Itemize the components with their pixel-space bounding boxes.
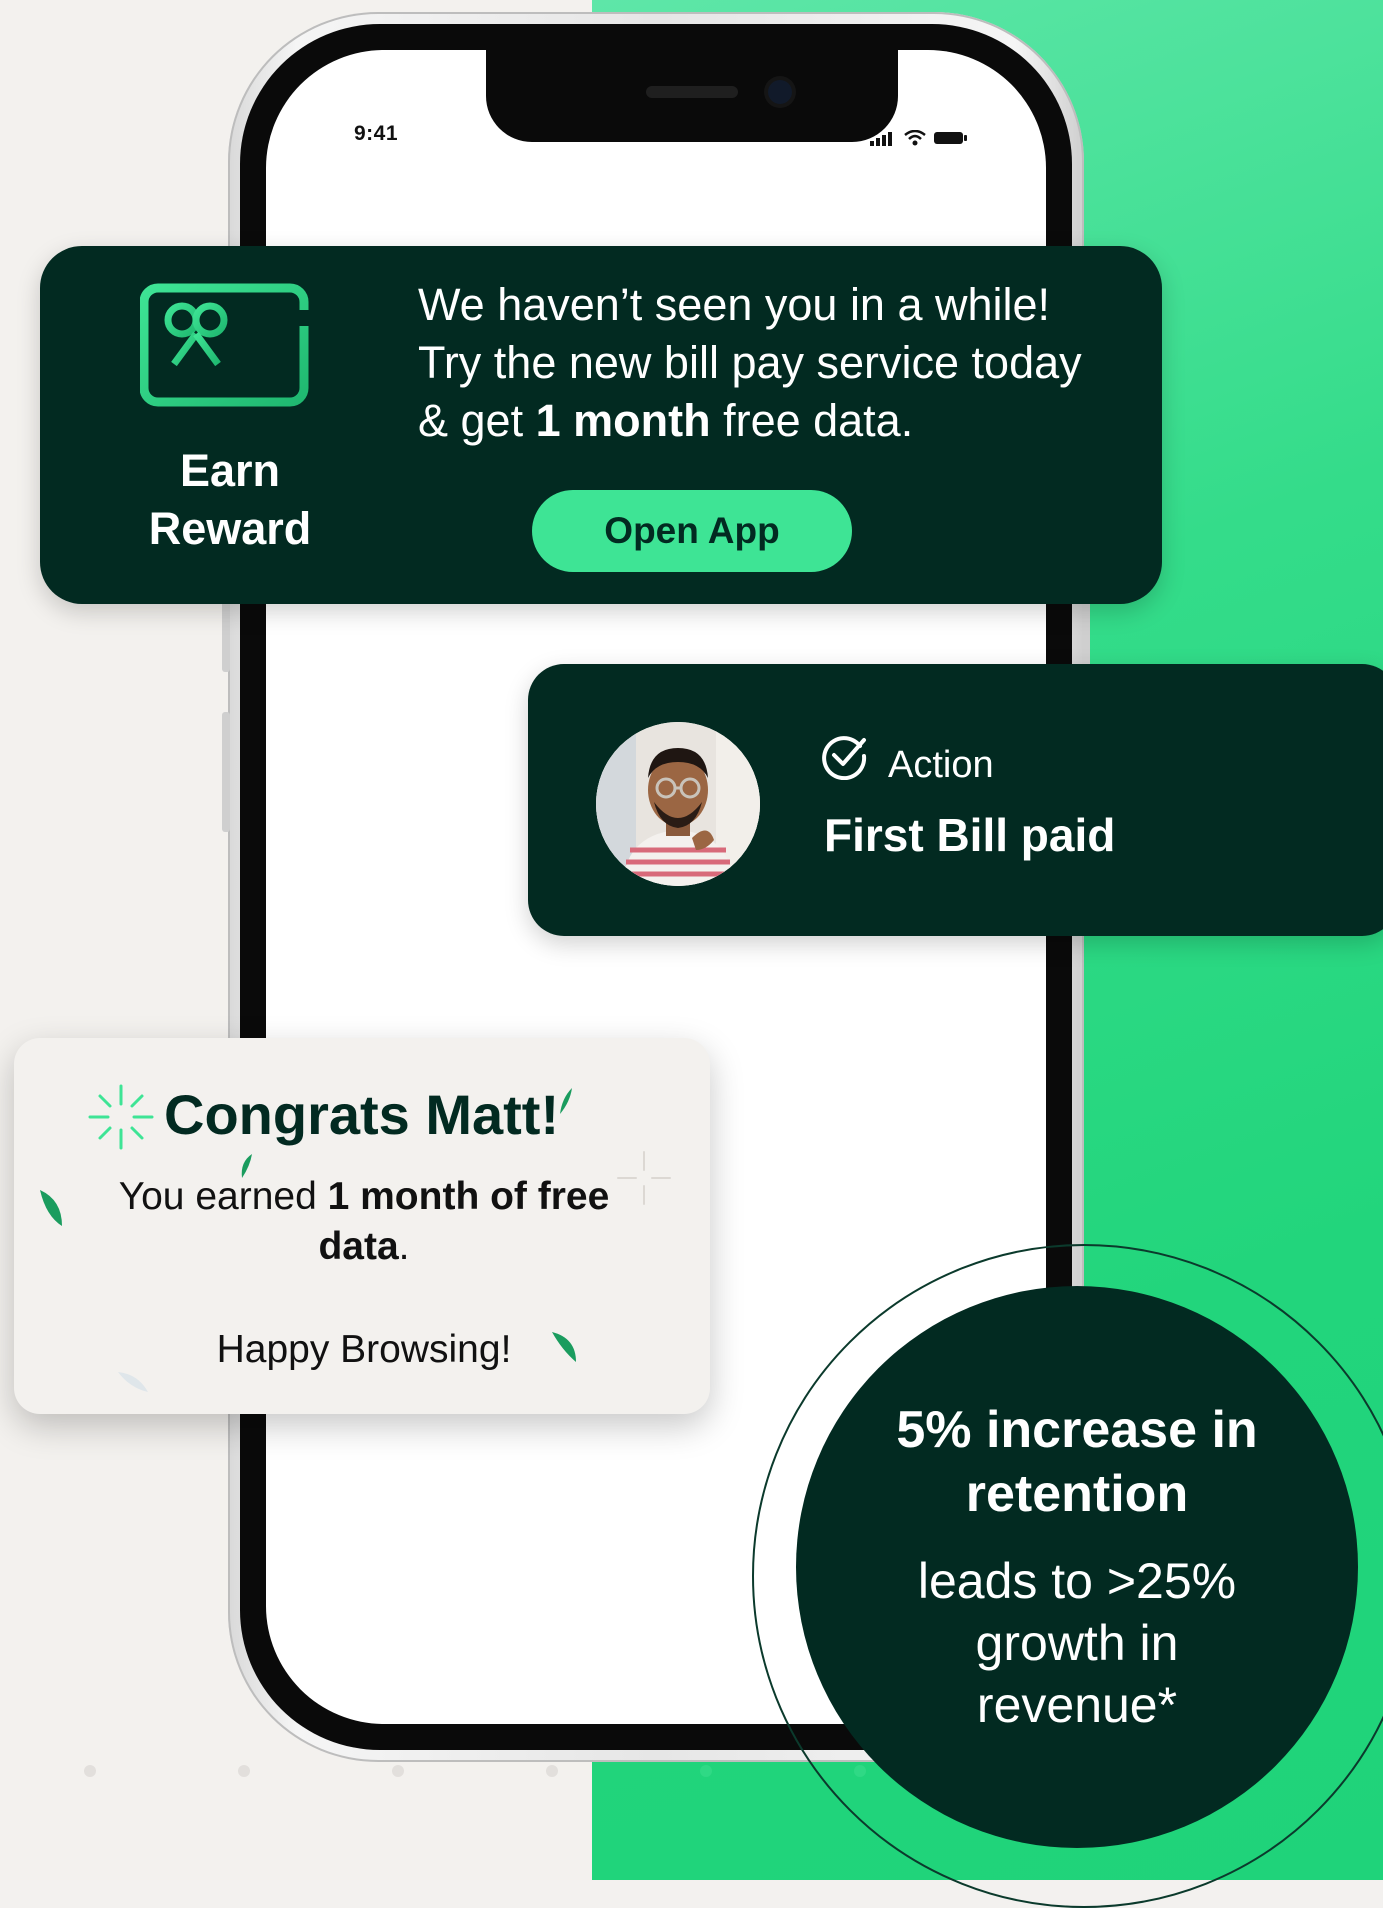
congrats-card: Congrats Matt! You earned 1 month of fre…	[14, 1038, 710, 1414]
avatar-image	[596, 722, 760, 886]
carousel-dots	[0, 1765, 900, 1785]
status-icons	[870, 130, 968, 146]
congrats-message-text: You earned	[118, 1175, 328, 1218]
reward-message-text: & get	[418, 395, 536, 446]
phone-side-button	[222, 712, 230, 832]
wifi-icon	[904, 130, 926, 146]
dot	[84, 1765, 96, 1777]
reward-message-line: & get 1 month free data.	[418, 392, 1138, 450]
signal-icon	[870, 132, 892, 146]
stat-subtext-line: leads to >25%	[917, 1553, 1237, 1609]
action-label: Action	[888, 744, 994, 786]
battery-icon	[934, 132, 967, 144]
action-title: First Bill paid	[824, 809, 1116, 861]
stat-headline-line: 5% increase in	[896, 1401, 1258, 1459]
stat-subtext-line: revenue*	[976, 1677, 1178, 1733]
speaker-grille	[646, 86, 738, 98]
dot	[238, 1765, 250, 1777]
congrats-message: You earned 1 month of free data.	[74, 1172, 654, 1272]
reward-message-line: We haven’t seen you in a while!	[418, 279, 1051, 330]
dot	[700, 1765, 712, 1777]
open-app-button[interactable]: Open App	[532, 490, 852, 572]
confetti-icon	[552, 1332, 576, 1362]
stat-headline: 5% increase in retention	[796, 1398, 1358, 1526]
stat-subtext-line: growth in	[975, 1615, 1179, 1671]
gift-card-icon	[140, 283, 314, 407]
earn-reward-label: Earn Reward	[110, 442, 350, 558]
front-camera	[768, 80, 792, 104]
congrats-message-bold: 1 month of free data	[318, 1175, 610, 1268]
reward-message-bold: 1 month	[535, 395, 711, 446]
reward-message: We haven’t seen you in a while! Try the …	[418, 276, 1138, 450]
confetti-icon	[241, 1154, 252, 1178]
sparkle-faint-icon	[617, 1151, 671, 1205]
avatar	[596, 722, 760, 886]
reward-message-line: Try the new bill pay service today	[418, 337, 1082, 388]
sparkle-icon	[88, 1084, 154, 1150]
dot	[546, 1765, 558, 1777]
phone-notch	[486, 50, 898, 142]
confetti-icon	[40, 1190, 62, 1226]
dot	[392, 1765, 404, 1777]
confetti-faint-icon	[118, 1372, 148, 1392]
congrats-title: Congrats Matt!	[164, 1083, 560, 1146]
action-card: Action First Bill paid	[528, 664, 1383, 936]
reward-notification-card: Earn Reward We haven’t seen you in a whi…	[40, 246, 1162, 604]
earn-reward-line: Reward	[148, 503, 312, 554]
confetti-icon	[560, 1088, 572, 1114]
status-time: 9:41	[354, 122, 399, 145]
reward-message-text: free data.	[710, 395, 914, 446]
congrats-message-text: .	[398, 1225, 410, 1268]
stat-subtext: leads to >25% growth in revenue*	[796, 1550, 1358, 1736]
stat-headline-line: retention	[965, 1465, 1189, 1523]
earn-reward-line: Earn	[179, 445, 281, 496]
stat-circle: 5% increase in retention leads to >25% g…	[796, 1286, 1358, 1848]
check-circle-icon	[822, 736, 867, 780]
